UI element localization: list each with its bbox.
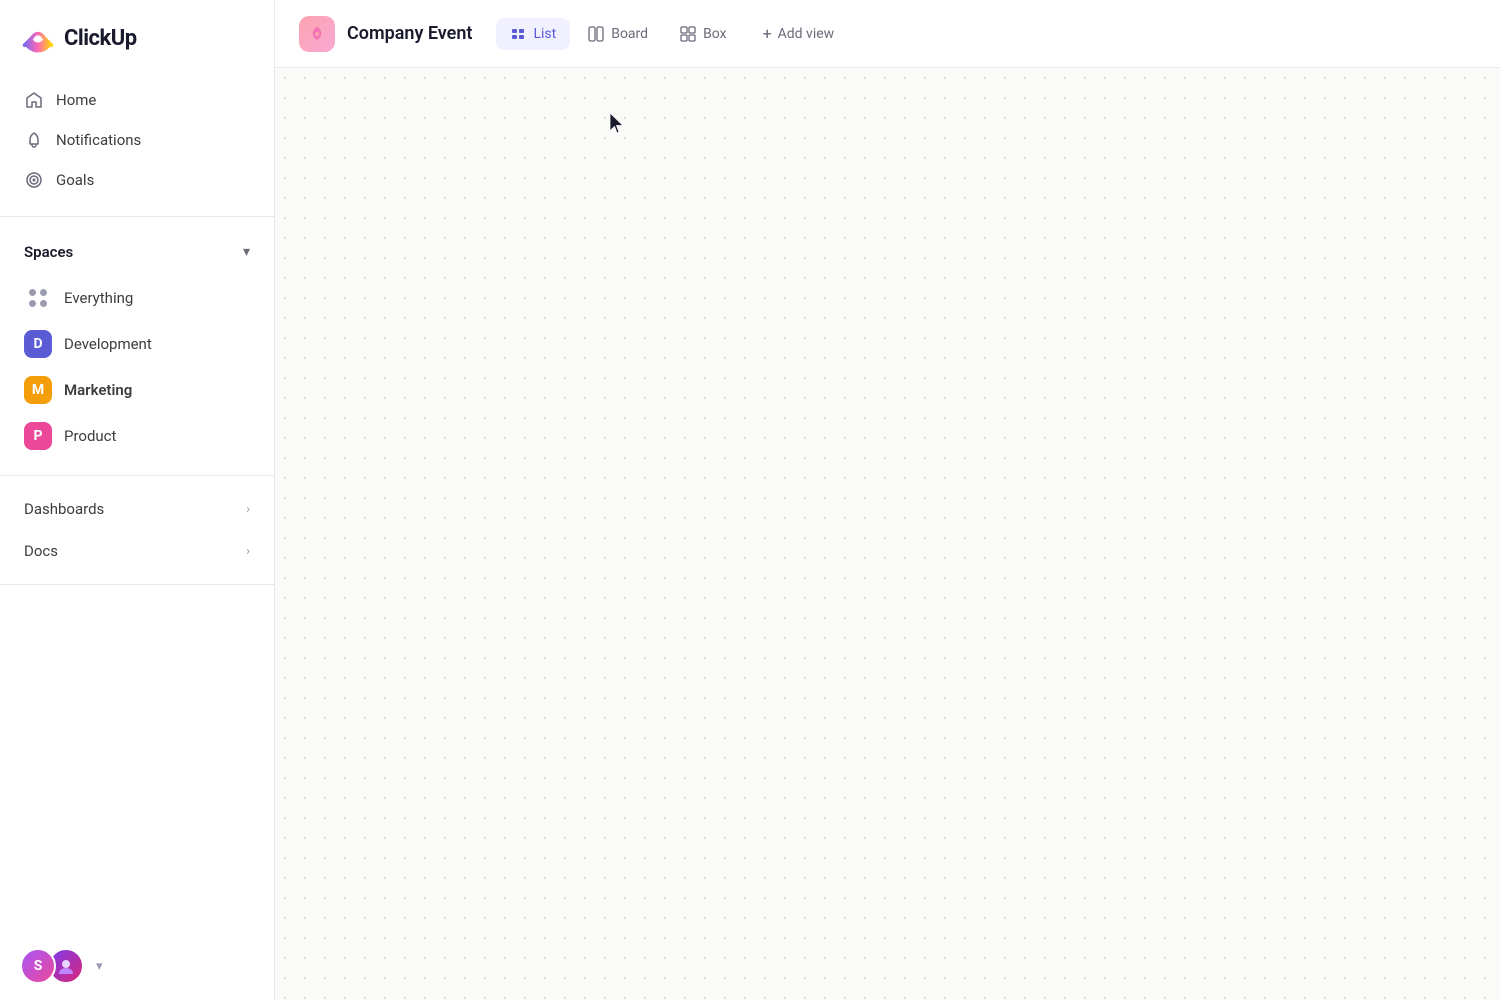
dashboards-left: Dashboards <box>24 500 104 518</box>
project-icon <box>299 16 335 52</box>
tab-board-label: Board <box>611 26 648 42</box>
sidebar-item-goals[interactable]: Goals <box>12 160 262 200</box>
development-badge-letter: D <box>33 336 42 352</box>
sidebar-item-notifications[interactable]: Notifications <box>12 120 262 160</box>
project-title-area: Company Event <box>299 16 472 52</box>
product-badge: P <box>24 422 52 450</box>
logo-text: ClickUp <box>64 26 137 51</box>
dot-4 <box>40 300 47 307</box>
development-badge: D <box>24 330 52 358</box>
chevron-right-docs: › <box>246 544 250 559</box>
box-icon <box>680 26 696 42</box>
sidebar-item-product[interactable]: P Product <box>12 413 262 459</box>
dot-3 <box>29 300 36 307</box>
add-view-button[interactable]: + Add view <box>749 16 849 51</box>
bell-icon <box>24 130 44 150</box>
everything-label: Everything <box>64 289 133 307</box>
main-area: Company Event List <box>275 0 1500 1000</box>
sidebar-item-marketing[interactable]: M Marketing <box>12 367 262 413</box>
goals-label: Goals <box>56 171 94 189</box>
main-content-area <box>275 68 1500 1000</box>
clickup-logo-icon <box>20 20 56 56</box>
home-icon <box>24 90 44 110</box>
plus-icon: + <box>763 24 772 43</box>
avatar-chevron-icon: ▾ <box>96 959 103 974</box>
tab-list-label: List <box>533 26 556 42</box>
project-title: Company Event <box>347 23 472 44</box>
sidebar: ClickUp Home Notifications <box>0 0 275 1000</box>
marketing-badge: M <box>24 376 52 404</box>
dashboards-label: Dashboards <box>24 500 104 518</box>
add-view-label: Add view <box>778 26 835 42</box>
docs-left: Docs <box>24 542 58 560</box>
divider-3 <box>0 584 274 585</box>
sidebar-item-everything[interactable]: Everything <box>12 275 262 321</box>
tab-box[interactable]: Box <box>666 18 741 50</box>
divider-2 <box>0 475 274 476</box>
tab-box-label: Box <box>703 26 727 42</box>
divider-1 <box>0 216 274 217</box>
dot-grid-background <box>275 68 1500 1000</box>
spaces-list: Everything D Development M Marketing P <box>12 275 262 459</box>
dot-1 <box>29 289 36 296</box>
sidebar-item-development[interactable]: D Development <box>12 321 262 367</box>
main-header: Company Event List <box>275 0 1500 68</box>
sidebar-footer[interactable]: S ▾ <box>0 932 274 1000</box>
avatar-initial: S <box>34 958 43 974</box>
tab-list[interactable]: List <box>496 18 570 50</box>
sidebar-item-home[interactable]: Home <box>12 80 262 120</box>
sidebar-item-dashboards[interactable]: Dashboards › <box>12 488 262 530</box>
product-label: Product <box>64 427 116 445</box>
list-icon <box>510 26 526 42</box>
tab-board[interactable]: Board <box>574 18 662 50</box>
sidebar-bottom-section: Dashboards › Docs › <box>0 484 274 576</box>
docs-label: Docs <box>24 542 58 560</box>
avatar-primary: S <box>20 948 56 984</box>
spaces-section: Spaces ▾ Everything D <box>0 225 274 467</box>
board-icon <box>588 26 604 42</box>
sidebar-item-docs[interactable]: Docs › <box>12 530 262 572</box>
home-label: Home <box>56 91 96 109</box>
avatar-stack: S <box>20 948 84 984</box>
everything-icon <box>24 284 52 312</box>
development-label: Development <box>64 335 152 353</box>
view-tabs: List Board <box>496 16 848 51</box>
dot-2 <box>40 289 47 296</box>
marketing-badge-letter: M <box>32 382 44 398</box>
goals-icon <box>24 170 44 190</box>
sidebar-nav: Home Notifications Goals <box>0 72 274 208</box>
spaces-title: Spaces <box>24 243 73 261</box>
marketing-label: Marketing <box>64 381 132 399</box>
spaces-header[interactable]: Spaces ▾ <box>12 233 262 271</box>
logo-area[interactable]: ClickUp <box>0 0 274 72</box>
product-badge-letter: P <box>33 428 42 444</box>
notifications-label: Notifications <box>56 131 141 149</box>
chevron-down-icon: ▾ <box>243 244 250 260</box>
chevron-right-dashboards: › <box>246 502 250 517</box>
